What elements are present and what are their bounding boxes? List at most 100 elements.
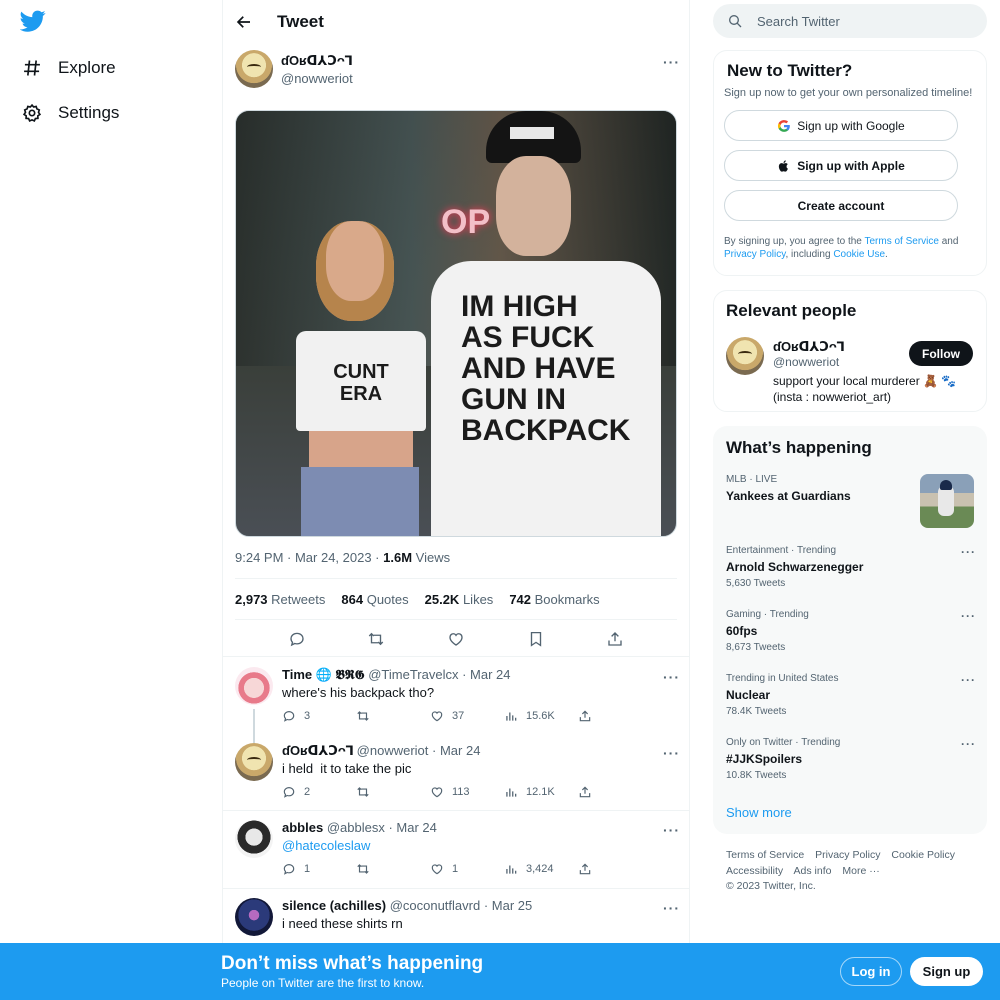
reply-handle[interactable]: @abblesx [327,820,385,835]
stat-likes[interactable]: 25.2K Likes [425,592,494,607]
relevant-display-name[interactable]: ɗOʁᗡ⅄Ↄᴖ⅂ [773,339,844,355]
reply-text: i held it to take the pic [282,761,412,776]
footer-terms-link[interactable]: Terms of Service [726,849,804,861]
reply-retweet-button[interactable] [356,785,430,799]
reply-reply-button[interactable]: 2 [282,785,356,799]
reply-item[interactable]: Time 🌐 𝕭𝕽𝕲 @TimeTravelcx · Mar 24 ··· wh… [223,657,689,743]
more-options-icon[interactable]: ··· [961,737,976,751]
trend-item[interactable]: MLB · LIVE Yankees at Guardians [726,474,916,503]
reply-handle[interactable]: @TimeTravelcx [368,667,458,682]
show-more-link[interactable]: Show more [726,805,792,820]
follow-button[interactable]: Follow [909,341,973,366]
reply-share-button[interactable] [578,862,600,876]
author-display-name[interactable]: ɗOʁᗡ⅄Ↄᴖ⅂ [281,53,353,69]
reply-display-name[interactable]: ɗOʁᗡ⅄Ↄᴖ⅂ [282,743,353,758]
bottom-signup-bar: Don’t miss what’s happening People on Tw… [0,943,1000,1000]
reply-views-button[interactable]: 12.1K [504,785,578,799]
reply-reply-button[interactable]: 1 [282,862,356,876]
reply-share-button[interactable] [578,709,600,723]
reply-avatar[interactable] [235,820,273,858]
reply-views-button[interactable]: 3,424 [504,862,578,876]
twitter-logo-icon[interactable] [20,8,46,34]
reply-date[interactable]: · Mar 24 [462,667,510,682]
reply-item[interactable]: ɗOʁᗡ⅄Ↄᴖ⅂ @nowweriot · Mar 24 ··· i held … [223,733,689,810]
more-options-icon[interactable]: ··· [663,669,680,685]
search-input[interactable] [757,13,957,29]
reply-avatar[interactable] [235,898,273,936]
trend-item[interactable]: Trending in United States Nuclear 78.4K … [726,673,976,717]
stat-value: 742 [509,592,532,607]
reply-date[interactable]: · Mar 24 [388,820,436,835]
trend-item[interactable]: Entertainment · Trending Arnold Schwarze… [726,545,976,589]
apple-signup-button[interactable]: Sign up with Apple [724,150,958,181]
reply-item[interactable]: silence (achilles) @coconutflavrd · Mar … [223,888,689,948]
terms-of-service-link[interactable]: Terms of Service [864,236,938,247]
reply-views-button[interactable]: 15.6K [504,709,578,723]
author-handle[interactable]: @nowweriot [281,71,353,86]
trend-thumbnail[interactable] [920,474,974,528]
reply-retweet-button[interactable] [356,862,430,876]
reply-like-button[interactable]: 37 [430,709,504,723]
avatar[interactable] [235,50,273,88]
stat-retweets[interactable]: 2,973 Retweets [235,592,325,607]
tweet-author[interactable]: ɗOʁᗡ⅄Ↄᴖ⅂ @nowweriot [235,50,353,88]
relevant-handle[interactable]: @nowweriot [773,355,839,369]
stat-bookmarks[interactable]: 742 Bookmarks [509,592,599,607]
reply-icon[interactable] [288,630,306,648]
create-account-label: Create account [797,198,885,213]
trend-count: 5,630 Tweets [726,578,786,589]
more-options-icon[interactable]: ··· [961,609,976,623]
more-options-icon[interactable]: ··· [663,745,680,761]
media-boy-face [496,156,571,256]
reply-date[interactable]: · Mar 25 [484,898,532,913]
more-options-icon[interactable]: ··· [663,54,680,70]
cookie-use-link[interactable]: Cookie Use [833,249,885,260]
nav-settings[interactable]: Settings [22,98,119,128]
footer-ads-info-link[interactable]: Ads info [794,865,832,877]
share-icon[interactable] [606,630,624,648]
media-girl-shirt: CUNT ERA [296,331,426,431]
like-icon[interactable] [447,630,465,648]
reply-header: abbles @abblesx · Mar 24 [282,820,437,835]
reply-display-name[interactable]: abbles [282,820,323,835]
reply-avatar[interactable] [235,667,273,705]
google-signup-button[interactable]: Sign up with Google [724,110,958,141]
search-bar[interactable] [713,4,987,38]
more-options-icon[interactable]: ··· [961,673,976,687]
signup-button[interactable]: Sign up [910,957,983,986]
footer-cookie-link[interactable]: Cookie Policy [891,849,955,861]
bookmark-icon[interactable] [527,630,545,648]
create-account-button[interactable]: Create account [724,190,958,221]
reply-handle[interactable]: @coconutflavrd [390,898,481,913]
reply-date[interactable]: · Mar 24 [432,743,480,758]
reply-avatar[interactable] [235,743,273,781]
trend-item[interactable]: Gaming · Trending 60fps 8,673 Tweets ··· [726,609,976,653]
footer-more-link[interactable]: More ··· [842,865,879,877]
more-options-icon[interactable]: ··· [663,900,680,916]
tweet-media-image[interactable]: OP CUNT ERA IM HIGH AS FUCK AND HAVE GUN… [235,110,677,537]
retweet-icon[interactable] [367,630,385,648]
reply-item[interactable]: abbles @abblesx · Mar 24 ··· @hatecolesl… [223,810,689,888]
reply-like-button[interactable]: 113 [430,785,504,799]
footer-accessibility-link[interactable]: Accessibility [726,865,783,877]
trend-name: #JJKSpoilers [726,752,803,766]
reply-retweet-button[interactable] [356,709,430,723]
login-button[interactable]: Log in [840,957,902,986]
more-options-icon[interactable]: ··· [663,822,680,838]
more-options-icon[interactable]: ··· [961,545,976,559]
reply-reply-button[interactable]: 3 [282,709,356,723]
reply-share-button[interactable] [578,785,600,799]
privacy-policy-link[interactable]: Privacy Policy [724,249,786,260]
back-arrow-icon[interactable] [235,13,253,31]
avatar[interactable] [726,337,764,375]
reply-display-name[interactable]: silence (achilles) [282,898,386,913]
tweet-time[interactable]: 9:24 PM · Mar 24, 2023 · [235,550,380,565]
nav-explore[interactable]: Explore [22,53,116,83]
footer-privacy-link[interactable]: Privacy Policy [815,849,880,861]
reply-display-name[interactable]: Time 🌐 𝕭𝕽𝕲 [282,667,365,682]
trend-item[interactable]: Only on Twitter · Trending #JJKSpoilers … [726,737,976,781]
reply-like-button[interactable]: 1 [430,862,504,876]
reply-mention-link[interactable]: @hatecoleslaw [282,838,370,853]
stat-quotes[interactable]: 864 Quotes [341,592,408,607]
reply-handle[interactable]: @nowweriot [357,743,429,758]
